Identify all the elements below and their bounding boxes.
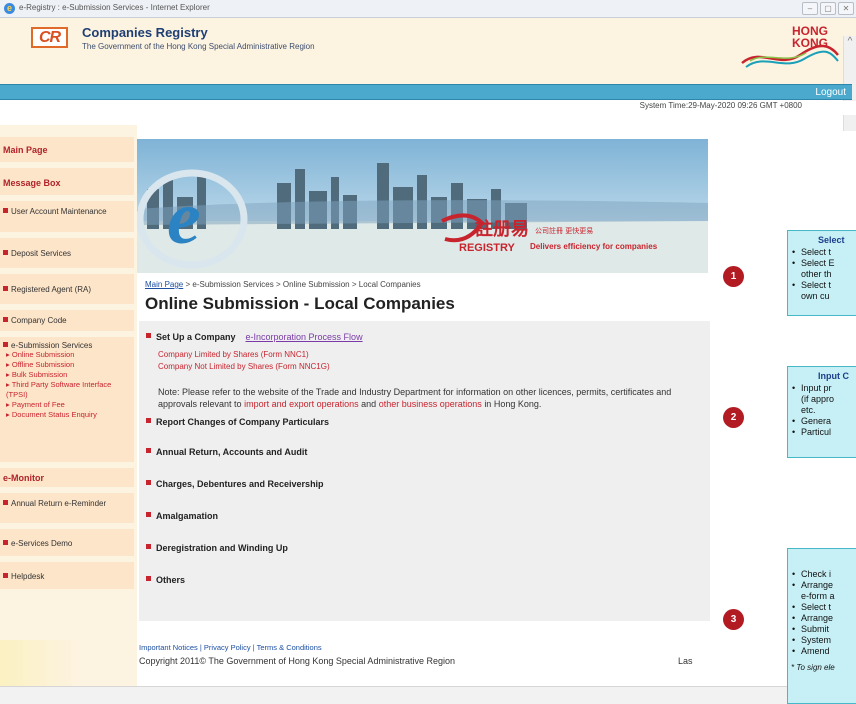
step-2-badge: 2: [723, 407, 744, 428]
sidebar-item-main-page[interactable]: Main Page: [0, 137, 134, 165]
bullet-icon: [3, 250, 8, 255]
last-updated-fragment: Las: [678, 656, 693, 666]
privacy-policy-link[interactable]: Privacy Policy: [204, 643, 251, 652]
bullet-icon: [146, 544, 151, 549]
maximize-icon[interactable]: ▢: [820, 2, 836, 15]
system-time: System Time:29-May-2020 09:26 GMT +0800: [560, 101, 856, 115]
sidebar-item-deposit[interactable]: Deposit Services: [0, 238, 134, 271]
sidebar-subitem[interactable]: ▸ Offline Submission: [3, 360, 131, 370]
sidebar-subitem[interactable]: ▸ Document Status Enquiry: [3, 410, 131, 420]
form-nnc1g-link[interactable]: Company Not Limited by Shares (Form NNC1…: [158, 362, 330, 371]
sidebar-subitem[interactable]: ▸ Payment of Fee: [3, 400, 131, 410]
callout-footnote: * To sign ele: [791, 663, 835, 672]
site-title: Companies Registry: [82, 25, 208, 40]
breadcrumb: Main Page > e-Submission Services > Onli…: [145, 280, 421, 289]
close-icon[interactable]: ✕: [838, 2, 854, 15]
top-bar: Logout: [0, 84, 852, 100]
bullet-icon: [3, 573, 8, 578]
copyright: Copyright 2011© The Government of Hong K…: [139, 656, 455, 666]
window-titlebar: e e-Registry : e-Submission Services - I…: [0, 0, 856, 18]
ereg-en-text: REGISTRY: [459, 242, 515, 254]
callout-step-1: Select Select t Select E other th Select…: [787, 230, 856, 316]
logout-button[interactable]: Logout: [806, 86, 848, 99]
section-report-changes[interactable]: Report Changes of Company Particulars: [146, 417, 329, 427]
section-others[interactable]: Others: [146, 575, 185, 585]
hong-kong-brand-logo: HONG KONG: [740, 21, 840, 71]
browser-window: e e-Registry : e-Submission Services - I…: [0, 0, 856, 704]
note-text: Note: Please refer to the website of the…: [158, 387, 672, 409]
step-1-badge: 1: [723, 266, 744, 287]
sidebar-item-company-code[interactable]: Company Code: [0, 310, 134, 334]
other-business-link[interactable]: other business operations: [379, 399, 482, 409]
sidebar-subitem[interactable]: ▸ Bulk Submission: [3, 370, 131, 380]
section-amalgamation[interactable]: Amalgamation: [146, 511, 218, 521]
step-3-badge: 3: [723, 609, 744, 630]
page-title: Online Submission - Local Companies: [145, 294, 455, 313]
sidebar-item-annual-return[interactable]: Annual Return e-Reminder: [0, 493, 134, 526]
bullet-icon: [3, 500, 8, 505]
terms-link[interactable]: Terms & Conditions: [257, 643, 322, 652]
bullet-icon: [3, 286, 8, 291]
cr-logo: CR: [31, 27, 68, 48]
bullet-icon: [146, 576, 151, 581]
bullet-icon: [3, 208, 8, 213]
banner-image: e 註册易 REGISTRY 公司註冊 更快更易 Delivers effici…: [137, 139, 708, 273]
breadcrumb-main-page[interactable]: Main Page: [145, 280, 183, 289]
bullet-icon: [3, 317, 8, 322]
eincorporation-link[interactable]: e-Incorporation Process Flow: [246, 332, 363, 342]
callout-step-3: Check i Arrange e-form a Select t Arrang…: [787, 548, 856, 704]
sidebar-item-esubmission[interactable]: e-Submission Services ▸ Online Submissio…: [0, 337, 134, 465]
sidebar-nav: Main Page Message Box User Account Maint…: [0, 125, 137, 704]
form-nnc1-link[interactable]: Company Limited by Shares (Form NNC1): [158, 350, 309, 359]
slogan-en-text: Delivers efficiency for companies: [530, 242, 658, 251]
sidebar-item-eservices-demo[interactable]: e-Services Demo: [0, 529, 134, 559]
sidebar-item-user-account[interactable]: User Account Maintenance: [0, 201, 134, 235]
window-title: e-Registry : e-Submission Services - Int…: [19, 3, 210, 12]
ereg-cn-text: 註册易: [475, 218, 529, 240]
sidebar-subitem[interactable]: ▸ Online Submission: [3, 350, 131, 360]
sidebar-item-registered-agent[interactable]: Registered Agent (RA): [0, 274, 134, 307]
bullet-icon: [146, 480, 151, 485]
window-controls: – ▢ ✕: [802, 2, 854, 15]
sidebar-subitem[interactable]: ▸ Third Party Software Interface (TPSI): [3, 380, 131, 400]
slogan-cn-text: 公司註冊 更快更易: [535, 226, 593, 235]
bullet-icon: [146, 418, 151, 423]
section-annual-return[interactable]: Annual Return, Accounts and Audit: [146, 447, 307, 457]
section-charges[interactable]: Charges, Debentures and Receivership: [146, 479, 324, 489]
site-subtitle: The Government of the Hong Kong Special …: [82, 42, 315, 51]
bullet-icon: [146, 333, 151, 338]
section-deregistration[interactable]: Deregistration and Winding Up: [146, 543, 288, 553]
section-set-up-company[interactable]: Set Up a Company e-Incorporation Process …: [146, 332, 363, 342]
bullet-icon: [3, 342, 8, 347]
sidebar-item-emonitor[interactable]: e-Monitor: [0, 468, 134, 490]
footer-links: Important Notices | Privacy Policy | Ter…: [139, 643, 322, 652]
site-header: CR Companies Registry The Government of …: [0, 18, 856, 84]
bullet-icon: [3, 540, 8, 545]
status-bar: [0, 686, 856, 704]
minimize-icon[interactable]: –: [802, 2, 818, 15]
callout-step-2: Input C Input pr (if appro etc. Genera P…: [787, 366, 856, 458]
important-notices-link[interactable]: Important Notices: [139, 643, 198, 652]
svg-text:e: e: [167, 176, 201, 260]
sidebar-item-message-box[interactable]: Message Box: [0, 168, 134, 198]
bullet-icon: [146, 448, 151, 453]
ie-icon: e: [4, 3, 15, 14]
import-export-link[interactable]: import and export operations: [244, 399, 359, 409]
sidebar-item-helpdesk[interactable]: Helpdesk: [0, 562, 134, 592]
bullet-icon: [146, 512, 151, 517]
